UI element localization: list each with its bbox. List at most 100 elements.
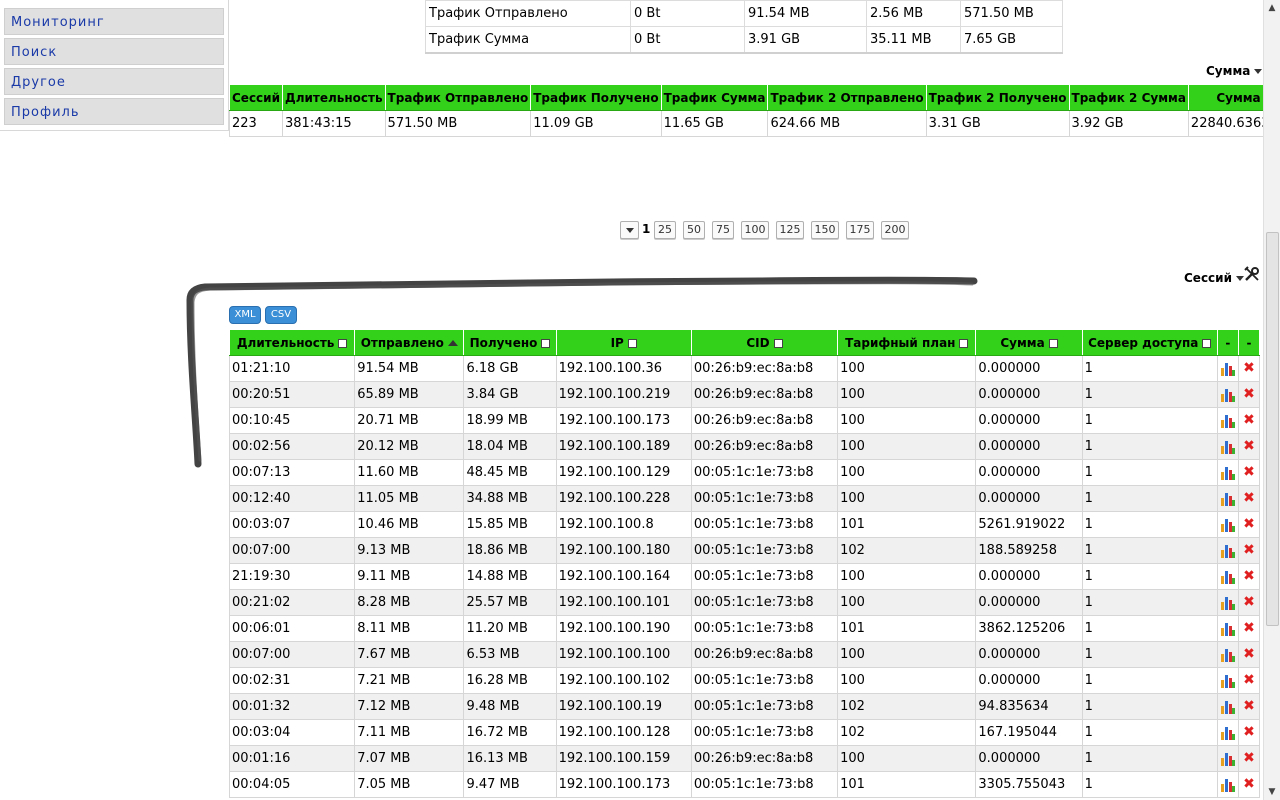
col-header-duration[interactable]: Длительность <box>228 329 356 356</box>
column-toggle-icon[interactable] <box>1202 338 1212 348</box>
col-header[interactable]: Сессий <box>229 84 283 111</box>
column-toggle-icon[interactable] <box>1048 338 1058 348</box>
stats-chart-icon[interactable] <box>1220 622 1235 636</box>
col-header[interactable]: Трафик Получено <box>530 84 662 111</box>
page-size-175[interactable]: 175 <box>846 221 874 239</box>
col-header-received[interactable]: Получено <box>463 329 557 356</box>
col-header[interactable]: Длительность <box>282 84 386 111</box>
delete-icon[interactable]: ✖ <box>1243 465 1255 479</box>
scrollbar-thumb[interactable] <box>1266 232 1279 626</box>
col-header[interactable]: Трафик 2 Сумма <box>1068 84 1189 111</box>
stats-chart-icon[interactable] <box>1220 596 1235 610</box>
page-size-200[interactable]: 200 <box>881 221 909 239</box>
delete-icon[interactable]: ✖ <box>1243 387 1255 401</box>
cell: 100 <box>837 433 977 460</box>
stats-chart-icon[interactable] <box>1220 362 1235 376</box>
table-row: 00:03:04 7.11 MB 16.72 MB 192.100.100.128 00… <box>228 719 1261 746</box>
sidebar-item-other[interactable]: Другое <box>4 68 224 95</box>
stats-chart-icon[interactable] <box>1220 726 1235 740</box>
col-header[interactable]: Трафик Сумма <box>660 84 769 111</box>
export-csv-button[interactable]: CSV <box>265 306 297 324</box>
scroll-up-icon[interactable]: ▲ <box>1264 0 1280 16</box>
stats-chart-icon[interactable] <box>1220 778 1235 792</box>
stats-chart-icon[interactable] <box>1220 544 1235 558</box>
pager-dropdown-button[interactable] <box>620 221 639 239</box>
column-toggle-icon[interactable] <box>338 338 348 348</box>
col-header-tariff[interactable]: Тарифный план <box>837 329 977 356</box>
delete-icon[interactable]: ✖ <box>1243 491 1255 505</box>
sidebar-item-profile[interactable]: Профиль <box>4 98 224 125</box>
cell: 00:03:04 <box>228 719 356 746</box>
stats-chart-icon[interactable] <box>1220 466 1235 480</box>
delete-icon[interactable]: ✖ <box>1243 751 1255 765</box>
cell: 00:05:1c:1e:73:b8 <box>690 589 839 616</box>
stats-chart-icon[interactable] <box>1220 674 1235 688</box>
col-header-nas[interactable]: Сервер доступа <box>1081 329 1218 356</box>
stats-chart-icon[interactable] <box>1220 440 1235 454</box>
cell: 00:26:b9:ec:8a:b8 <box>690 641 839 668</box>
cell: 00:02:56 <box>228 433 356 460</box>
export-xml-button[interactable]: XML <box>229 306 261 324</box>
delete-icon[interactable]: ✖ <box>1243 673 1255 687</box>
delete-icon[interactable]: ✖ <box>1243 699 1255 713</box>
delete-icon[interactable]: ✖ <box>1243 361 1255 375</box>
stats-chart-icon[interactable] <box>1220 648 1235 662</box>
delete-icon[interactable]: ✖ <box>1243 517 1255 531</box>
column-toggle-icon[interactable] <box>959 338 969 348</box>
cell: 1 <box>1081 641 1218 668</box>
column-toggle-icon[interactable] <box>627 338 637 348</box>
vertical-scrollbar[interactable]: ▲ ▼ <box>1263 0 1280 800</box>
sidebar-item-monitoring[interactable]: Мониторинг <box>4 8 224 35</box>
delete-icon[interactable]: ✖ <box>1243 569 1255 583</box>
col-header-sum[interactable]: Сумма <box>975 329 1083 356</box>
wrench-icon[interactable] <box>1244 266 1260 286</box>
stats-chart-icon[interactable] <box>1220 518 1235 532</box>
cell: 192.100.100.164 <box>555 563 692 590</box>
stats-cell <box>1216 355 1239 382</box>
stats-chart-icon[interactable] <box>1220 414 1235 428</box>
page-size-150[interactable]: 150 <box>811 221 839 239</box>
page-size-25[interactable]: 25 <box>654 221 676 239</box>
cell: 192.100.100.189 <box>555 433 692 460</box>
col-header-cid[interactable]: CID <box>690 329 839 356</box>
delete-icon[interactable]: ✖ <box>1243 595 1255 609</box>
stats-chart-icon[interactable] <box>1220 388 1235 402</box>
delete-icon[interactable]: ✖ <box>1243 725 1255 739</box>
col-header[interactable]: Трафик Отправлено <box>384 84 532 111</box>
delete-icon[interactable]: ✖ <box>1243 777 1255 791</box>
delete-icon[interactable]: ✖ <box>1243 543 1255 557</box>
page-size-125[interactable]: 125 <box>776 221 804 239</box>
cell: 00:21:02 <box>228 589 356 616</box>
delete-icon[interactable]: ✖ <box>1243 647 1255 661</box>
page-size-50[interactable]: 50 <box>683 221 705 239</box>
page-size-75[interactable]: 75 <box>712 221 734 239</box>
totals-sort-selector[interactable]: Сумма <box>1206 64 1263 78</box>
column-toggle-icon[interactable] <box>773 338 783 348</box>
column-toggle-icon[interactable] <box>541 338 551 348</box>
cell: 1 <box>1081 485 1218 512</box>
col-header[interactable]: Трафик 2 Отправлено <box>767 84 927 111</box>
table-row: 00:01:16 7.07 MB 16.13 MB 192.100.100.159 00… <box>228 745 1261 772</box>
col-header[interactable]: Трафик 2 Получено <box>925 84 1070 111</box>
stats-chart-icon[interactable] <box>1220 570 1235 584</box>
scroll-down-icon[interactable]: ▼ <box>1264 784 1280 800</box>
delete-icon[interactable]: ✖ <box>1243 439 1255 453</box>
stats-chart-icon[interactable] <box>1220 700 1235 714</box>
cell: 1 <box>1081 407 1218 434</box>
col-header-label: Длительность <box>236 335 335 350</box>
page-size-100[interactable]: 100 <box>741 221 769 239</box>
col-header-ip[interactable]: IP <box>555 329 692 356</box>
stats-chart-icon[interactable] <box>1220 492 1235 506</box>
sidebar-item-search[interactable]: Поиск <box>4 38 224 65</box>
sessions-sort-selector[interactable]: Сессий <box>1184 271 1244 285</box>
traffic-value: 7.65 GB <box>960 26 1063 54</box>
delete-icon[interactable]: ✖ <box>1243 621 1255 635</box>
delete-icon[interactable]: ✖ <box>1243 413 1255 427</box>
pager-current: 1 <box>642 222 651 236</box>
dropdown-arrow-icon <box>1236 276 1244 281</box>
col-header-sent[interactable]: Отправлено <box>354 329 465 356</box>
cell: 0.000000 <box>975 407 1083 434</box>
stats-cell <box>1216 693 1239 720</box>
stats-chart-icon[interactable] <box>1220 752 1235 766</box>
cell: 00:05:1c:1e:73:b8 <box>690 459 839 486</box>
